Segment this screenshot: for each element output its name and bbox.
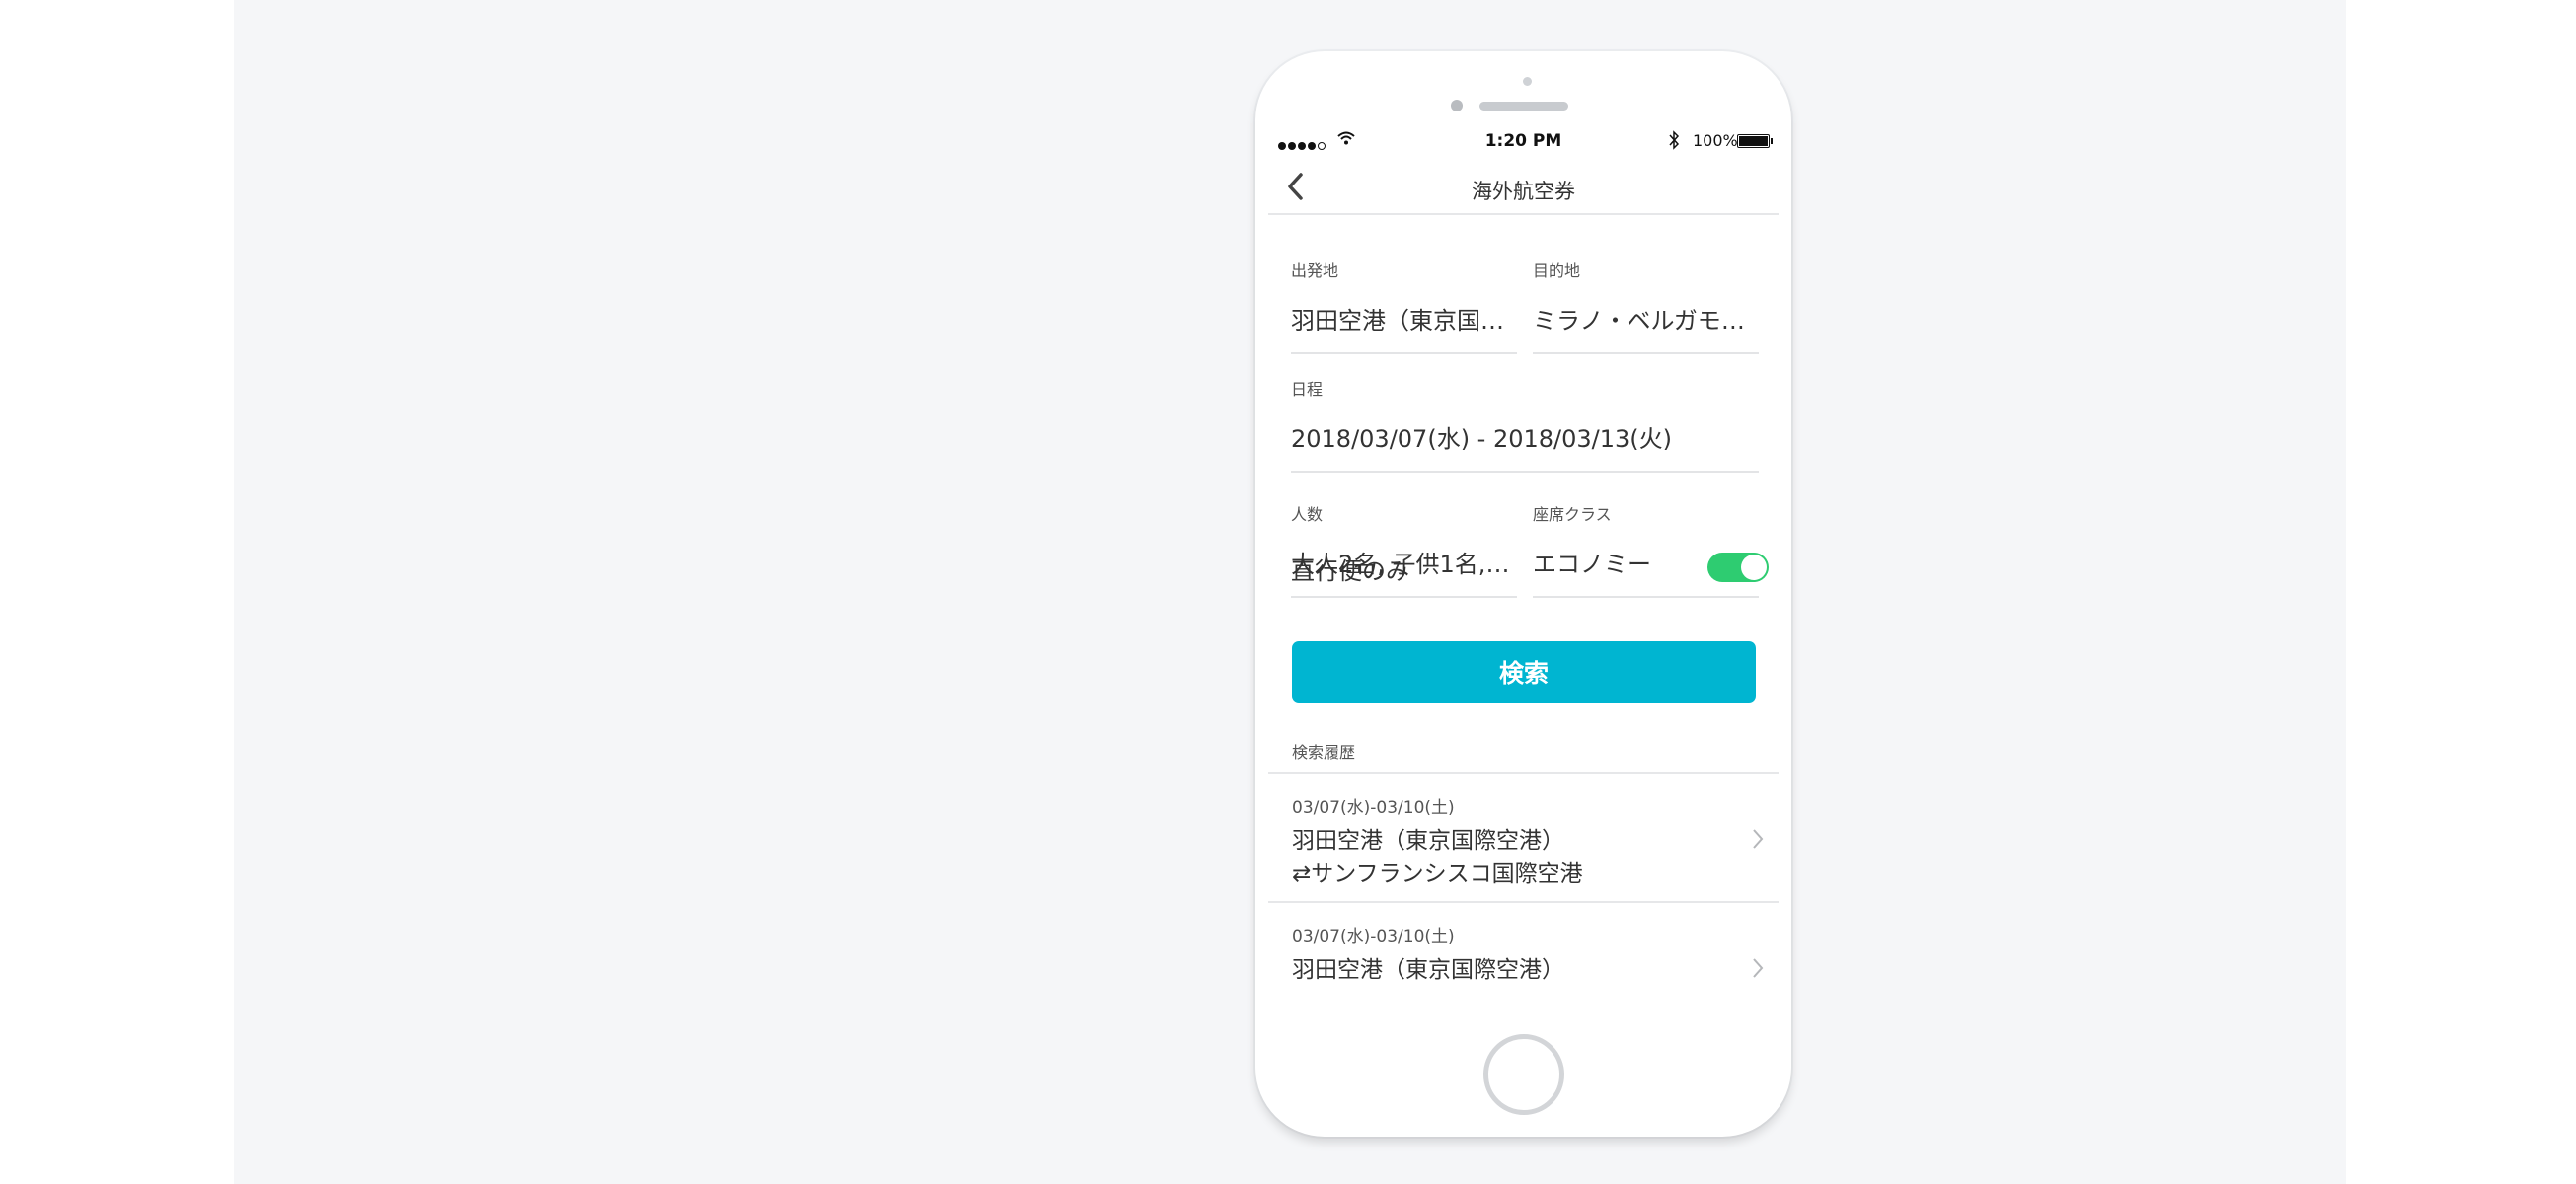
toggle-knob [1741,555,1767,580]
origin-underline [1291,352,1517,354]
bluetooth-icon [1669,130,1680,150]
origin-value: 羽田空港（東京国際空港） [1291,307,1517,334]
destination-label: 目的地 [1533,261,1581,280]
chevron-right-icon [1753,958,1764,978]
schedule-field[interactable]: 日程 2018/03/07(水) - 2018/03/13(火) [1291,376,1759,475]
history-item-date: 03/07(水)-03/10(土) [1292,798,1455,818]
direct-only-label: 直行便のみ [1291,557,1409,585]
destination-value: ミラノ・ベルガモ空港 [1533,307,1759,334]
background-stage: 1:20 PM 100% 海外航空券 出発地 羽田空港（東京国際空港） [234,0,2346,1184]
destination-underline [1533,352,1759,354]
history-item[interactable]: 03/07(水)-03/10(土) 羽田空港（東京国際空港） ⇄サンフランシスコ… [1268,774,1779,902]
history-item-origin: 羽田空港（東京国際空港） [1292,828,1564,853]
battery-percentage: 100% [1693,131,1738,150]
direct-only-toggle[interactable] [1707,553,1769,582]
schedule-underline [1291,471,1759,473]
search-button[interactable]: 検索 [1292,641,1756,703]
schedule-value: 2018/03/07(水) - 2018/03/13(火) [1291,425,1673,453]
destination-field[interactable]: 目的地 ミラノ・ベルガモ空港 [1533,258,1759,356]
chevron-right-icon [1753,829,1764,849]
origin-field[interactable]: 出発地 羽田空港（東京国際空港） [1291,258,1517,356]
search-history-label: 検索履歴 [1292,743,1356,762]
history-item-origin: 羽田空港（東京国際空港） [1292,957,1564,983]
history-item[interactable]: 03/07(水)-03/10(土) 羽田空港（東京国際空港） [1268,903,1779,1018]
navigation-bar: 海外航空券 [1268,162,1779,215]
proximity-sensor [1523,77,1532,86]
page-title: 海外航空券 [1472,180,1575,203]
seat-class-field[interactable]: 座席クラス エコノミー [1533,501,1759,600]
status-bar: 1:20 PM 100% [1268,122,1779,162]
schedule-label: 日程 [1291,380,1324,399]
passengers-underline [1291,596,1517,598]
origin-label: 出発地 [1291,261,1339,280]
front-camera [1451,100,1463,111]
battery-icon [1737,134,1773,148]
history-item-date: 03/07(水)-03/10(土) [1292,927,1455,947]
home-button[interactable] [1483,1034,1564,1115]
seat-class-underline [1533,596,1759,598]
history-item-destination: ⇄サンフランシスコ国際空港 [1292,861,1583,887]
phone-frame: 1:20 PM 100% 海外航空券 出発地 羽田空港（東京国際空港） [1255,51,1791,1137]
passengers-label: 人数 [1291,505,1324,524]
phone-screen: 1:20 PM 100% 海外航空券 出発地 羽田空港（東京国際空港） [1268,122,1779,1018]
seat-class-label: 座席クラス [1533,505,1612,524]
earpiece-speaker [1479,102,1568,111]
